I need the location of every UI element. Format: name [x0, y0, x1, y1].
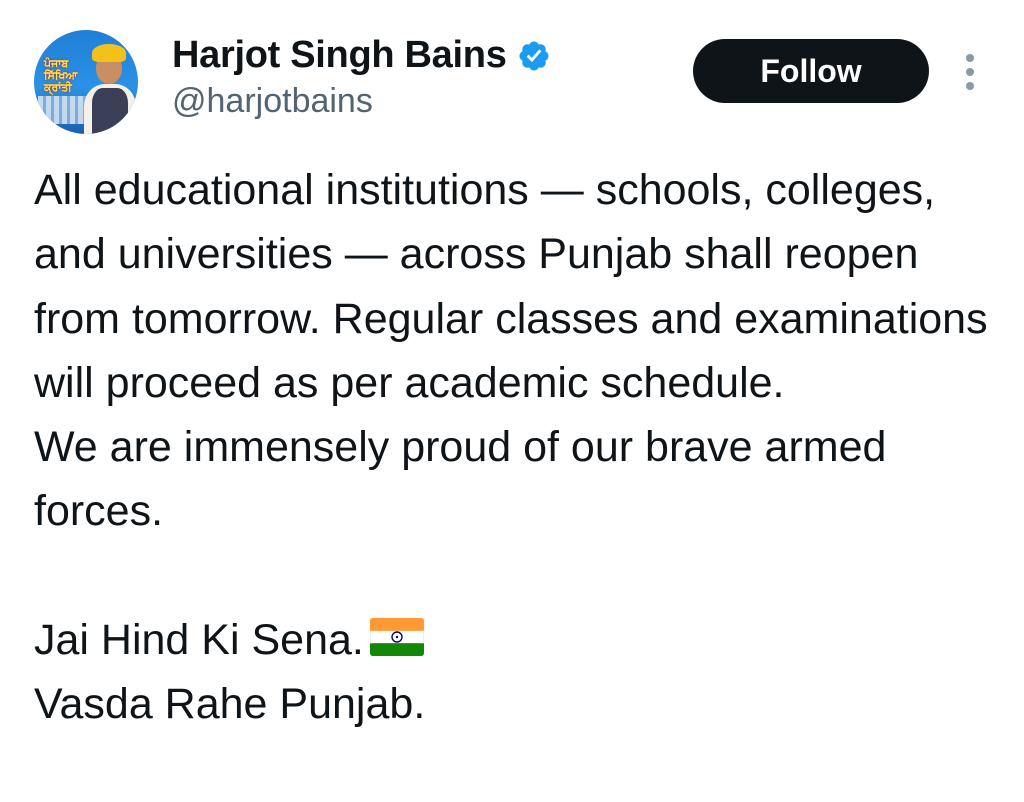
- avatar-person-turban: [92, 44, 126, 62]
- tweet-line-3: Jai Hind Ki Sena.: [34, 608, 1004, 672]
- tweet-paragraph-1: All educational institutions — schools, …: [34, 166, 1000, 407]
- more-vertical-icon[interactable]: [960, 52, 980, 92]
- tweet-line-4: Vasda Rahe Punjab.: [34, 680, 426, 729]
- display-name[interactable]: Harjot Singh Bains: [172, 34, 507, 77]
- tweet-line-3-text: Jai Hind Ki Sena.: [34, 616, 364, 665]
- tweet-card: ਪੰਜਾਬ ਸਿੱਖਿਆ ਕ੍ਰਾਂਤੀ Harjot Singh Bains …: [0, 0, 1024, 802]
- avatar-person-vest: [92, 88, 128, 134]
- avatar[interactable]: ਪੰਜਾਬ ਸਿੱਖਿਆ ਕ੍ਰਾਂਤੀ: [34, 30, 138, 134]
- tweet-blank-line: ​: [34, 544, 1004, 608]
- name-row: Harjot Singh Bains: [172, 34, 551, 77]
- tweet-text: All educational institutions — schools, …: [34, 158, 1004, 737]
- follow-button[interactable]: Follow: [693, 39, 929, 103]
- tweet-paragraph-2: We are immensely proud of our brave arme…: [34, 423, 899, 536]
- verified-badge-icon: [519, 40, 549, 71]
- india-flag-icon: [369, 618, 424, 657]
- user-handle[interactable]: @harjotbains: [172, 82, 373, 121]
